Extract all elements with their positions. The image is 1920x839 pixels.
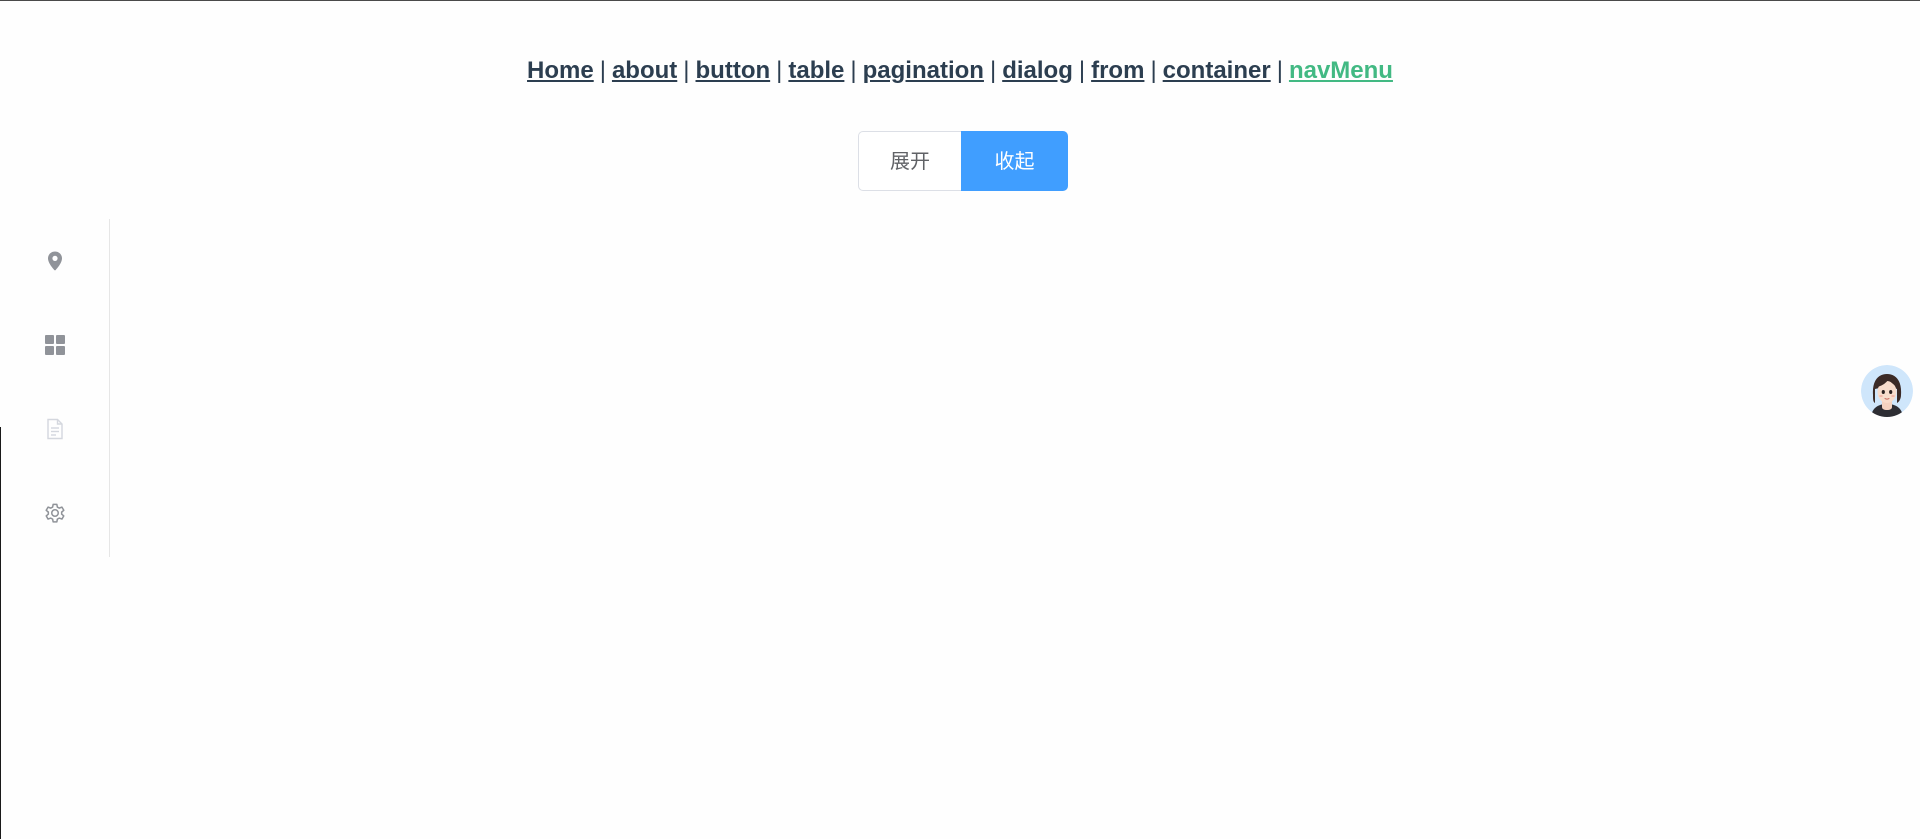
nav-link-dialog[interactable]: dialog [1002,57,1073,84]
avatar[interactable] [1861,365,1913,417]
nav-separator: | [989,57,997,84]
nav-separator: | [1276,57,1283,84]
menu-item-document[interactable] [0,387,109,471]
expand-button[interactable]: 展开 [858,131,961,191]
nav-link-pagination[interactable]: pagination [863,57,984,84]
nav-separator: | [776,57,783,84]
menu-item-navigator[interactable] [0,219,109,303]
grid-menu-icon [43,333,67,357]
nav-link-table[interactable]: table [788,57,844,84]
nav-link-container[interactable]: container [1163,57,1271,84]
setting-icon [42,500,68,526]
nav-separator: | [1078,57,1086,84]
collapse-toggle-group: 展开 收起 [858,131,1068,191]
side-nav-menu [0,219,110,557]
nav-link-about[interactable]: about [612,57,677,84]
nav-link-navmenu[interactable]: navMenu [1289,57,1393,84]
nav-link-home[interactable]: Home [527,57,594,84]
nav-link-button[interactable]: button [696,57,771,84]
nav-separator: | [1150,57,1157,84]
menu-item-grid[interactable] [0,303,109,387]
collapse-button[interactable]: 收起 [961,131,1068,191]
top-nav: Home | about | button | table | pagination | dialo… [0,56,1920,86]
document-icon [43,417,67,441]
nav-link-from[interactable]: from [1091,57,1144,84]
menu-item-settings[interactable] [0,471,109,555]
nav-separator: | [683,57,690,84]
nav-separator: | [599,57,606,84]
nav-separator: | [850,57,857,84]
avatar-icon [1861,365,1913,417]
page: Home | about | button | table | pagination | dialo… [0,0,1920,839]
location-icon [43,249,67,273]
